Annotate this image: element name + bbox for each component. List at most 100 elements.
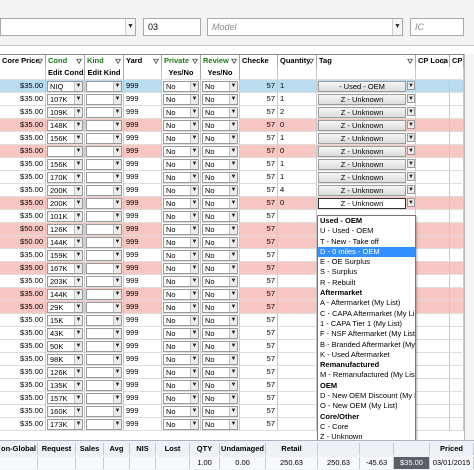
private-dropdown[interactable]: No ▼ <box>163 198 199 209</box>
chevron-down-icon[interactable]: ▼ <box>229 264 237 273</box>
chevron-down-icon[interactable]: ▼ <box>407 120 415 129</box>
tag-option[interactable]: U - Used - OEM <box>318 226 415 236</box>
review-cell[interactable]: No ▼ <box>201 314 240 327</box>
core-price-cell[interactable]: $35.00 <box>0 197 46 210</box>
cp-r-cell[interactable] <box>450 275 464 288</box>
private-dropdown[interactable]: No ▼ <box>163 159 199 170</box>
private-dropdown[interactable]: No ▼ <box>163 367 199 378</box>
tag-dropdown[interactable]: Z - Unknown <box>318 107 406 118</box>
cp-r-cell[interactable] <box>450 158 464 171</box>
private-dropdown[interactable]: No ▼ <box>163 237 199 248</box>
kind-cell[interactable]: ▼ <box>85 80 124 93</box>
kind-dropdown[interactable]: ▼ <box>86 367 122 378</box>
checked-cell[interactable]: 57 <box>240 145 278 158</box>
cp-r-cell[interactable] <box>450 106 464 119</box>
private-cell[interactable]: No ▼ <box>162 418 201 431</box>
review-cell[interactable]: No ▼ <box>201 210 240 223</box>
kind-cell[interactable]: ▼ <box>85 379 124 392</box>
private-cell[interactable]: No ▼ <box>162 327 201 340</box>
yard-cell[interactable]: 999 <box>124 132 162 145</box>
cp-loc-cell[interactable] <box>416 379 450 392</box>
kind-dropdown[interactable]: ▼ <box>86 419 122 430</box>
kind-cell[interactable]: ▼ <box>85 353 124 366</box>
private-cell[interactable]: No ▼ <box>162 288 201 301</box>
review-dropdown[interactable]: No ▼ <box>202 146 238 157</box>
private-dropdown[interactable]: No ▼ <box>163 354 199 365</box>
review-dropdown[interactable]: No ▼ <box>202 315 238 326</box>
review-cell[interactable]: No ▼ <box>201 392 240 405</box>
kind-cell[interactable]: ▼ <box>85 184 124 197</box>
core-price-cell[interactable]: $50.00 <box>0 223 46 236</box>
cp-loc-cell[interactable] <box>416 262 450 275</box>
chevron-down-icon[interactable]: ▼ <box>113 277 121 286</box>
chevron-down-icon[interactable]: ▼ <box>74 225 82 234</box>
chevron-down-icon[interactable]: ▼ <box>113 381 121 390</box>
chevron-down-icon[interactable]: ▼ <box>407 94 415 103</box>
checked-cell[interactable]: 57 <box>240 80 278 93</box>
review-dropdown[interactable]: No ▼ <box>202 81 238 92</box>
quantity-cell[interactable] <box>278 236 317 249</box>
yard-cell[interactable]: 999 <box>124 80 162 93</box>
yard-cell[interactable]: 999 <box>124 249 162 262</box>
chevron-down-icon[interactable]: ▼ <box>113 342 121 351</box>
kind-dropdown[interactable]: ▼ <box>86 380 122 391</box>
kind-dropdown[interactable]: ▼ <box>86 198 122 209</box>
chevron-down-icon[interactable]: ▼ <box>113 303 121 312</box>
cp-r-cell[interactable] <box>450 262 464 275</box>
kind-dropdown[interactable]: ▼ <box>86 81 122 92</box>
yard-cell[interactable]: 999 <box>124 223 162 236</box>
yard-cell[interactable]: 999 <box>124 288 162 301</box>
yard-cell[interactable]: 999 <box>124 106 162 119</box>
review-cell[interactable]: No ▼ <box>201 197 240 210</box>
tag-dropdown[interactable]: - Used - OEM <box>318 81 406 92</box>
private-cell[interactable]: No ▼ <box>162 184 201 197</box>
kind-dropdown[interactable]: ▼ <box>86 289 122 300</box>
cond-dropdown[interactable]: 43K ▼ <box>47 328 83 339</box>
chevron-down-icon[interactable]: ▼ <box>190 134 198 143</box>
quantity-cell[interactable] <box>278 301 317 314</box>
kind-cell[interactable]: ▼ <box>85 210 124 223</box>
core-price-cell[interactable]: $35.00 <box>0 340 46 353</box>
checked-cell[interactable]: 57 <box>240 249 278 262</box>
cp-r-cell[interactable] <box>450 340 464 353</box>
cond-cell[interactable]: 50K ▼ <box>46 340 85 353</box>
quantity-cell[interactable] <box>278 288 317 301</box>
cp-loc-cell[interactable] <box>416 366 450 379</box>
core-price-cell[interactable]: $35.00 <box>0 262 46 275</box>
tag-option[interactable]: 1 - CAPA Tier 1 (My List) <box>318 319 415 329</box>
cond-cell[interactable]: 173K ▼ <box>46 418 85 431</box>
tag-dropdown[interactable]: Z - Unknown <box>318 120 406 131</box>
review-cell[interactable]: No ▼ <box>201 80 240 93</box>
chevron-down-icon[interactable]: ▼ <box>113 121 121 130</box>
yard-cell[interactable]: 999 <box>124 327 162 340</box>
chevron-down-icon[interactable]: ▼ <box>113 173 121 182</box>
private-dropdown[interactable]: No ▼ <box>163 263 199 274</box>
yard-cell[interactable]: 999 <box>124 405 162 418</box>
chevron-down-icon[interactable]: ▼ <box>113 108 121 117</box>
review-cell[interactable]: No ▼ <box>201 119 240 132</box>
chevron-down-icon[interactable]: ▼ <box>229 147 237 156</box>
cp-loc-cell[interactable] <box>416 106 450 119</box>
checked-cell[interactable]: 57 <box>240 405 278 418</box>
chevron-down-icon[interactable]: ▼ <box>229 251 237 260</box>
cond-cell[interactable]: NIQ ▼ <box>46 80 85 93</box>
cond-cell[interactable]: ▼ <box>46 145 85 158</box>
kind-dropdown[interactable]: ▼ <box>86 328 122 339</box>
chevron-down-icon[interactable]: ▼ <box>407 81 415 90</box>
review-cell[interactable]: No ▼ <box>201 327 240 340</box>
core-price-cell[interactable]: $35.00 <box>0 119 46 132</box>
core-price-cell[interactable]: $35.00 <box>0 327 46 340</box>
private-cell[interactable]: No ▼ <box>162 158 201 171</box>
chevron-down-icon[interactable]: ▼ <box>229 342 237 351</box>
kind-dropdown[interactable]: ▼ <box>86 224 122 235</box>
private-dropdown[interactable]: No ▼ <box>163 341 199 352</box>
private-cell[interactable]: No ▼ <box>162 405 201 418</box>
kind-dropdown[interactable]: ▼ <box>86 354 122 365</box>
cp-loc-cell[interactable] <box>416 405 450 418</box>
cp-loc-cell[interactable] <box>416 197 450 210</box>
cp-loc-cell[interactable] <box>416 236 450 249</box>
yard-cell[interactable]: 999 <box>124 119 162 132</box>
chevron-down-icon[interactable]: ▼ <box>74 329 82 338</box>
review-cell[interactable]: No ▼ <box>201 275 240 288</box>
private-cell[interactable]: No ▼ <box>162 262 201 275</box>
